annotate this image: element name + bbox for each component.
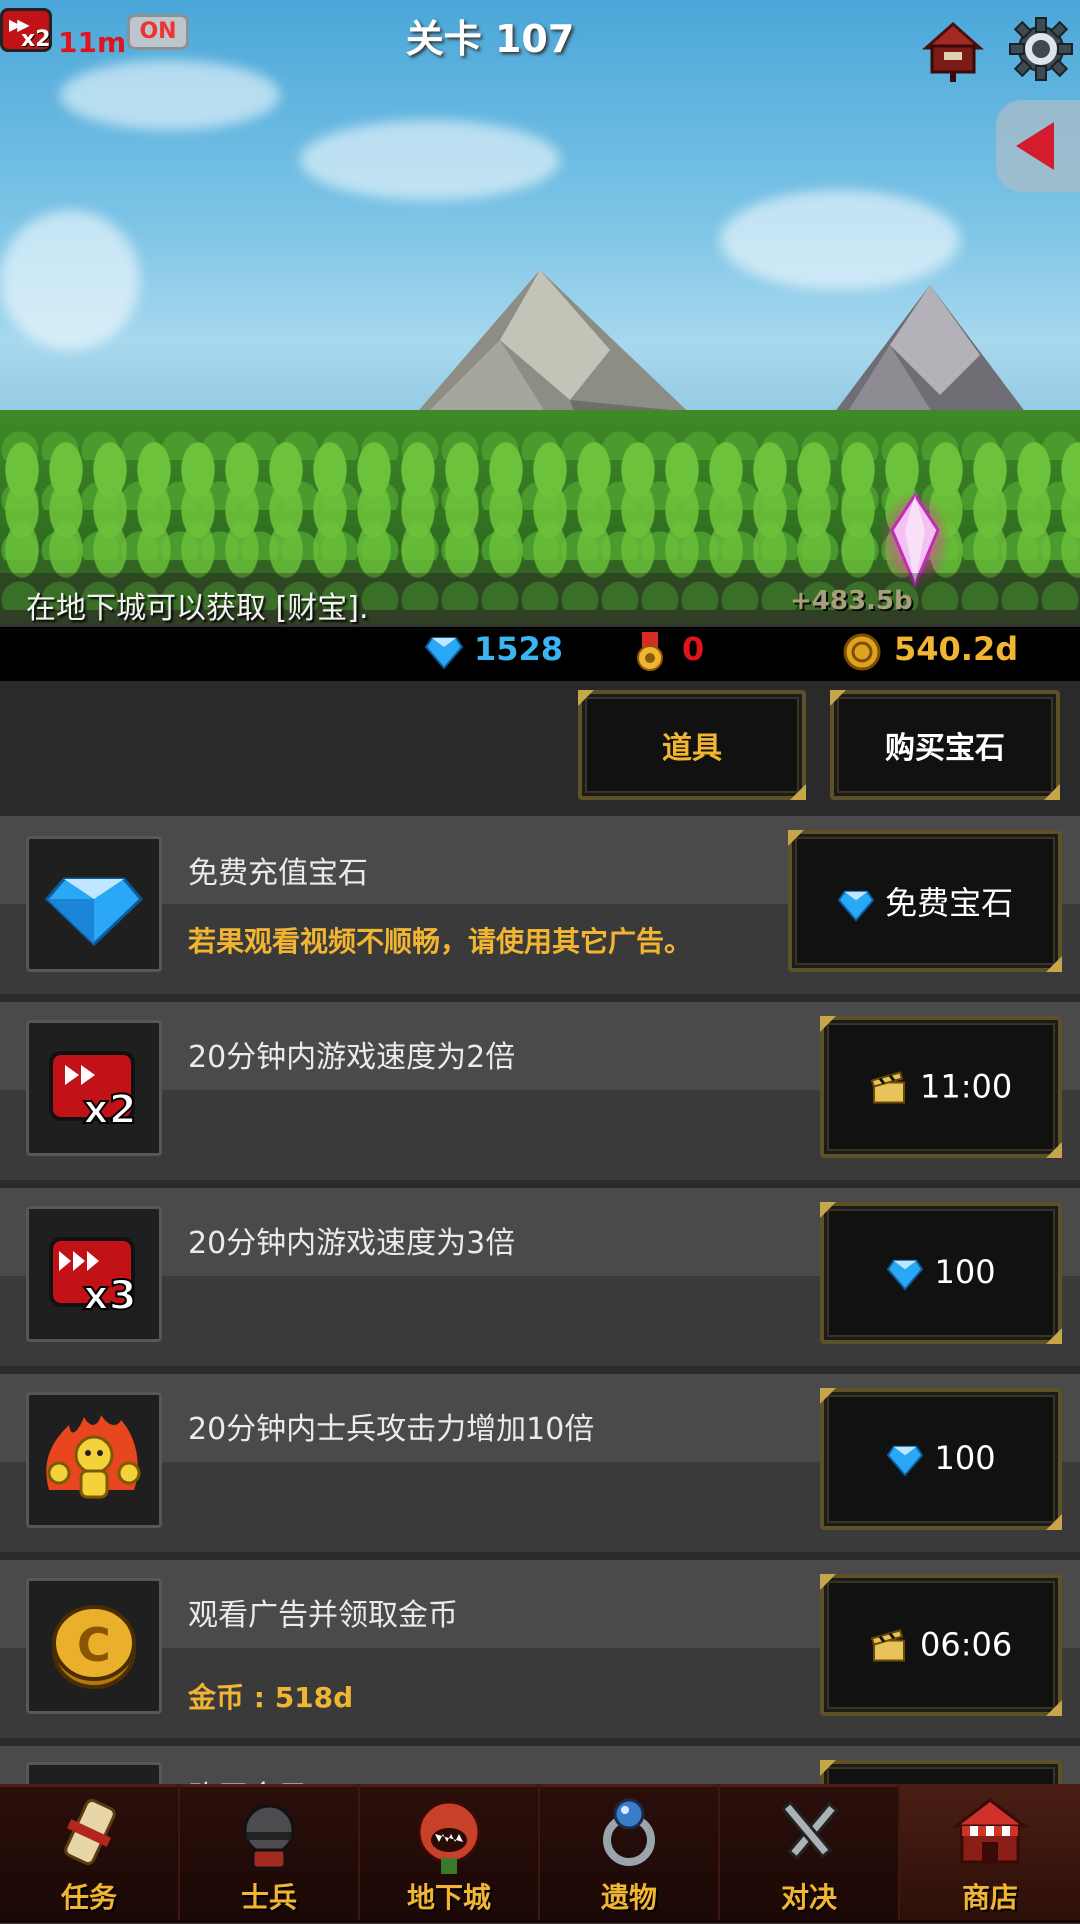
- nav-label: 商店: [961, 1881, 1018, 1914]
- clapper-icon: [870, 1629, 905, 1662]
- watch-ad-gold-button[interactable]: 06:06: [820, 1574, 1062, 1716]
- svg-text:x2: x2: [83, 1087, 137, 1133]
- nav-label: 地下城: [406, 1881, 491, 1914]
- speed-x3-icon: x3: [49, 1237, 138, 1320]
- gem-icon: [887, 1445, 924, 1477]
- gold-coin-icon: C: [52, 1605, 136, 1689]
- clapper-icon: [870, 1071, 905, 1104]
- crossed-swords-icon: [780, 1800, 839, 1860]
- button-label: 06:06: [919, 1625, 1013, 1664]
- gem-icon: [424, 637, 464, 670]
- nav-tab-quests[interactable]: 任务: [0, 1784, 180, 1920]
- watch-ad-speed2-button[interactable]: 11:00: [820, 1016, 1062, 1158]
- gem-icon: [887, 1259, 924, 1291]
- item-title: 20分钟内士兵攻击力增加10倍: [188, 1412, 595, 1447]
- attack-boost-buy-button[interactable]: 100: [820, 1388, 1062, 1530]
- svg-text:x3: x3: [83, 1273, 137, 1319]
- shop-icon: [951, 1798, 1029, 1864]
- shop-item-icon: [26, 836, 162, 972]
- item-title: 观看广告并领取金币: [188, 1598, 458, 1633]
- scene-message: 在地下城可以获取 [财宝].: [26, 591, 369, 625]
- button-label: 100: [934, 1253, 996, 1291]
- speed-x2-icon: x2: [49, 1051, 138, 1134]
- gear-icon[interactable]: [1008, 16, 1074, 82]
- nav-tab-battle[interactable]: 对决: [720, 1784, 900, 1920]
- arrow-left-icon: [1016, 122, 1054, 170]
- game-scene: +483.5b 在地下城可以获取 [财宝].: [0, 0, 1080, 625]
- tab-items-label: 道具: [662, 731, 722, 766]
- nav-label: 士兵: [240, 1881, 297, 1914]
- dungeon-monster-icon: [417, 1800, 481, 1874]
- free-gems-button[interactable]: 免费宝石: [788, 830, 1062, 972]
- item-subtitle: 若果观看视频不顺畅，请使用其它广告。: [188, 925, 693, 958]
- speed3-buy-button[interactable]: 100: [820, 1202, 1062, 1344]
- item-title: 20分钟内游戏速度为3倍: [188, 1226, 516, 1261]
- nav-tab-shop[interactable]: 商店: [900, 1784, 1080, 1920]
- item-subtitle: 金币 : 518d: [188, 1681, 354, 1714]
- medal-icon: [637, 632, 663, 671]
- nav-tab-relics[interactable]: 遗物: [540, 1784, 720, 1920]
- gem-icon: [837, 890, 875, 922]
- item-title: 20分钟内游戏速度为2倍: [188, 1040, 516, 1075]
- soldier-helmet-icon: [243, 1804, 295, 1870]
- shop-item-icon: x2: [26, 1020, 162, 1156]
- tab-items[interactable]: 道具: [578, 690, 806, 800]
- button-label: 免费宝石: [885, 884, 1014, 922]
- nav-label: 任务: [60, 1881, 117, 1914]
- gem-icon: [44, 877, 144, 947]
- tab-buy-gems[interactable]: 购买宝石: [830, 690, 1060, 800]
- gold-coin-icon: [843, 633, 881, 671]
- nav-label: 遗物: [600, 1881, 657, 1914]
- tab-buy-gems-label: 购买宝石: [885, 731, 1005, 766]
- svg-text:C: C: [77, 1618, 111, 1672]
- nav-label: 对决: [780, 1881, 837, 1914]
- shop-item-icon: C: [26, 1578, 162, 1714]
- nav-tab-soldiers[interactable]: 士兵: [180, 1784, 360, 1920]
- item-title: 免费充值宝石: [188, 856, 368, 891]
- relic-ring-icon: [603, 1798, 655, 1866]
- gem-count: 1528: [474, 630, 564, 668]
- gold-count: 540.2d: [894, 630, 1019, 668]
- button-label: 11:00: [919, 1067, 1013, 1106]
- stage-title: 关卡 107: [405, 17, 575, 61]
- side-panel-toggle[interactable]: [996, 100, 1080, 192]
- scroll-icon: [64, 1798, 116, 1866]
- mailbox-icon[interactable]: [920, 18, 986, 84]
- shop-item-icon: x3: [26, 1206, 162, 1342]
- attack-boost-icon: [46, 1415, 141, 1499]
- medal-count: 0: [682, 630, 705, 668]
- button-label: 100: [934, 1439, 996, 1477]
- nav-tab-dungeon[interactable]: 地下城: [360, 1784, 540, 1920]
- shop-item-icon: [26, 1392, 162, 1528]
